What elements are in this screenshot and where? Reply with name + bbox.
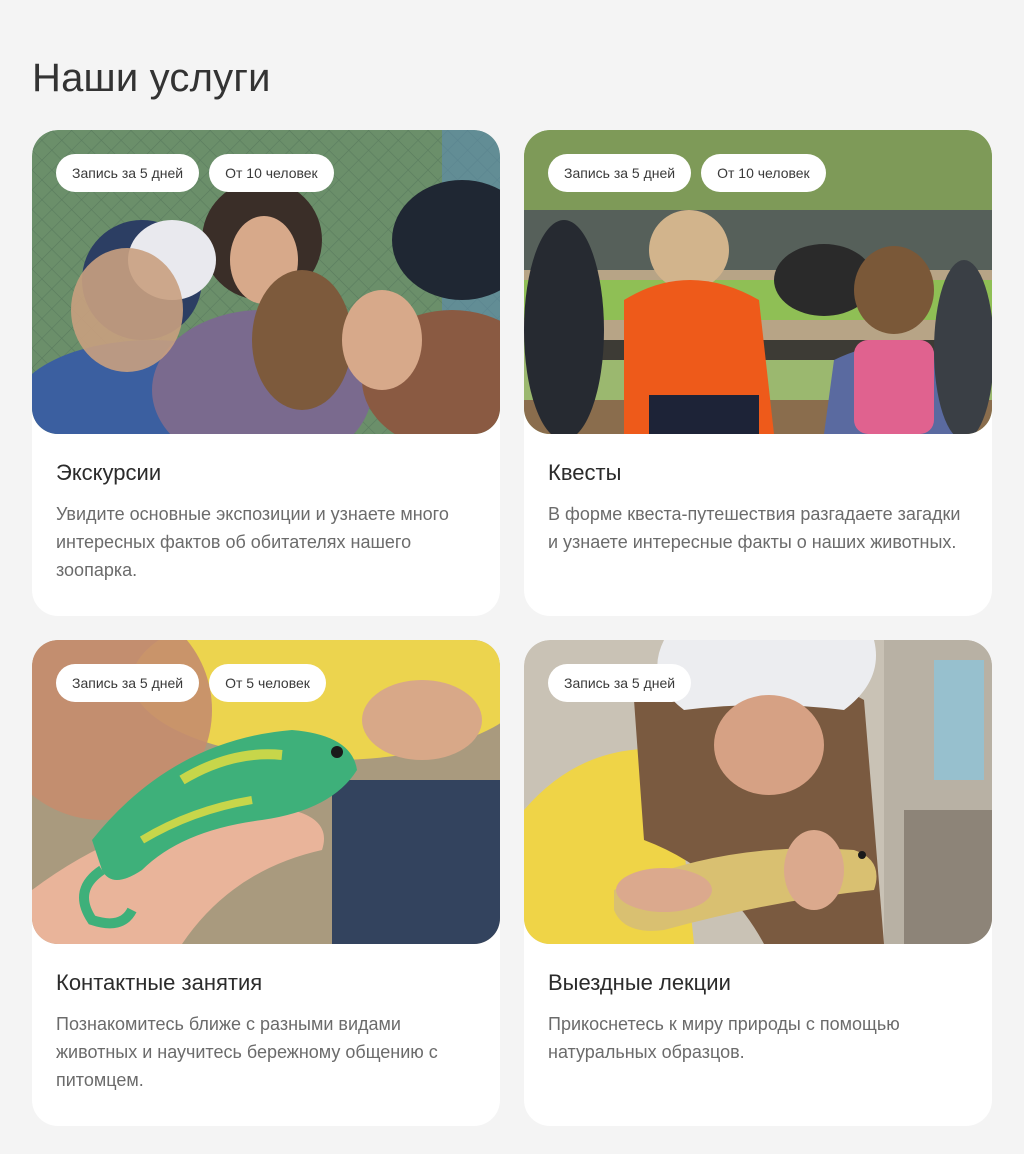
service-card-excursions[interactable]: Запись за 5 дней От 10 человек Экскурсии… — [32, 130, 500, 616]
card-description: Увидите основные экспозиции и узнаете мн… — [56, 504, 449, 580]
booking-tag: Запись за 5 дней — [548, 664, 692, 702]
booking-tag: Запись за 5 дней — [56, 664, 200, 702]
card-title: Экскурсии — [56, 460, 162, 485]
tag-list: Запись за 5 дней От 10 человек — [548, 154, 826, 192]
card-description: Познакомитесь ближе с разными видами жив… — [56, 1014, 438, 1090]
tag-list: Запись за 5 дней — [548, 664, 692, 702]
page-title: Наши услуги — [32, 56, 271, 100]
group-size-tag: От 10 человек — [701, 154, 826, 192]
services-page: Наши услуги Запись за 5 дней От 10 челов… — [0, 0, 1024, 1154]
group-size-tag: От 10 человек — [209, 154, 334, 192]
tag-list: Запись за 5 дней От 5 человек — [56, 664, 326, 702]
service-card-contact-classes[interactable]: Запись за 5 дней От 5 человек Контактные… — [32, 640, 500, 1126]
service-card-outreach-lectures[interactable]: Запись за 5 дней Выездные лекции Прикосн… — [524, 640, 992, 1126]
tag-list: Запись за 5 дней От 10 человек — [56, 154, 334, 192]
girl-holding-lizard-photo: Запись за 5 дней — [524, 640, 992, 944]
card-title: Квесты — [548, 460, 622, 485]
card-description: Прикоснетесь к миру природы с помощью на… — [548, 1014, 900, 1062]
booking-tag: Запись за 5 дней — [548, 154, 692, 192]
chameleon-on-hand-photo: Запись за 5 дней От 5 человек — [32, 640, 500, 944]
card-description: В форме квеста-путешествия разгадаете за… — [548, 504, 961, 552]
services-grid: Запись за 5 дней От 10 человек Экскурсии… — [32, 130, 992, 1126]
service-card-quests[interactable]: Запись за 5 дней От 10 человек Квесты В … — [524, 130, 992, 616]
group-size-tag: От 5 человек — [209, 664, 326, 702]
children-with-guide-photo: Запись за 5 дней От 10 человек — [32, 130, 500, 434]
card-title: Выездные лекции — [548, 970, 731, 995]
card-title: Контактные занятия — [56, 970, 263, 995]
children-at-enclosure-photo: Запись за 5 дней От 10 человек — [524, 130, 992, 434]
booking-tag: Запись за 5 дней — [56, 154, 200, 192]
